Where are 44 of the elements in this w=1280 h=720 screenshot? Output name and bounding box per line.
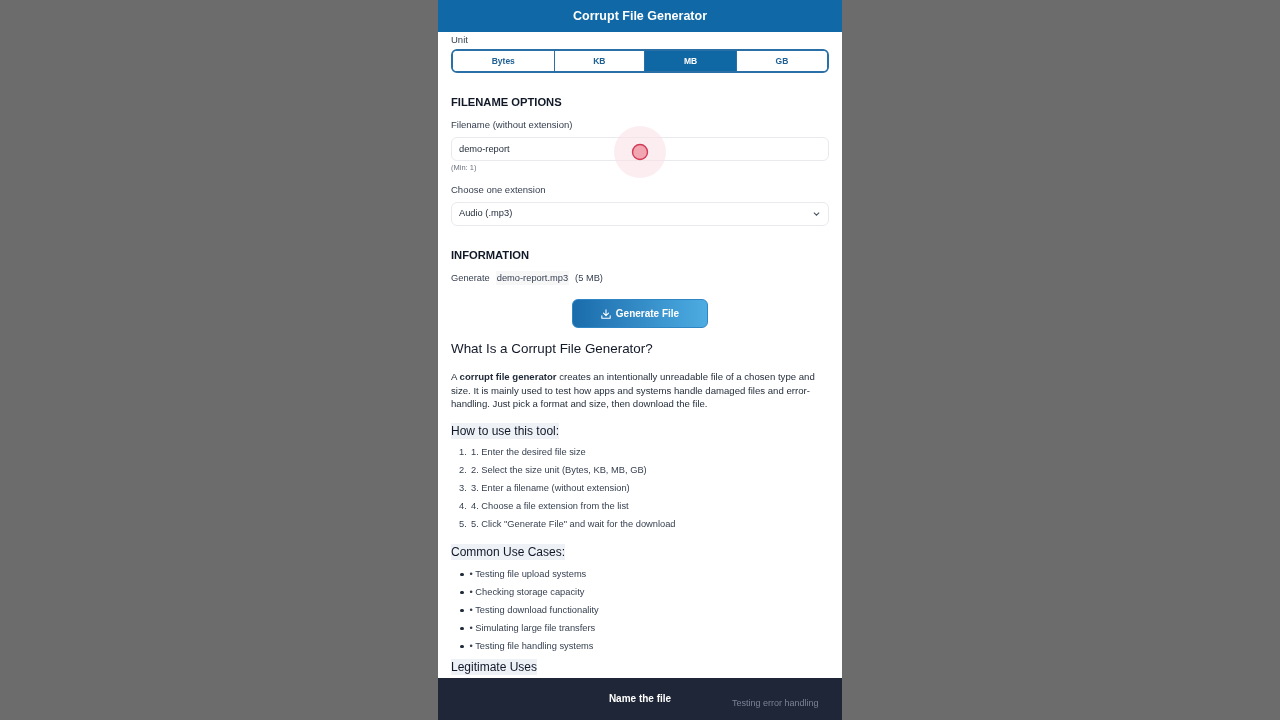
bullet-icon (460, 590, 464, 595)
field-label: Unit (451, 33, 469, 47)
download-icon (600, 308, 611, 319)
field-label: Filename (without extension) (451, 118, 574, 132)
list-item-text: 5. Click "Generate File" and wait for the download (471, 517, 676, 531)
list-number: 3. (459, 481, 468, 495)
section-heading: Legitimate Uses (451, 658, 538, 675)
article-title: What Is a Corrupt File Generator? (451, 340, 654, 358)
list-item-text: • Testing file handling systems (469, 639, 594, 653)
list-item-text: 1. Enter the desired file size (471, 445, 586, 459)
list-number: 5. (459, 517, 468, 531)
output-filename: demo-report.mp3 (495, 271, 570, 285)
field-label: Choose one extension (451, 183, 547, 197)
intro-paragraph: A corrupt file generator creates an intentionally unreadable file of a chosen type and size. It is mainly used to test how apps and systems handle damaged files and error-handling. Just pick a format and size, then download the file. (451, 370, 816, 411)
generate-button[interactable]: Generate File (572, 299, 708, 328)
chevron-down-icon (813, 212, 820, 216)
unit-tab[interactable]: GB (735, 51, 827, 71)
list-item-text: 4. Choose a file extension from the list (471, 499, 629, 513)
list-item-text: • Testing file upload systems (469, 567, 587, 581)
list-item-text: 2. Select the size unit (Bytes, KB, MB, GB) (471, 463, 647, 477)
caption-background-text: Testing error handling (732, 697, 819, 709)
filename-input[interactable]: demo-report (451, 137, 829, 161)
list-item-text: • Testing download functionality (469, 603, 599, 617)
list-number: 1. (459, 445, 468, 459)
bullet-icon (460, 644, 464, 649)
unit-tab[interactable]: MB (644, 51, 736, 71)
section-heading: Common Use Cases: (451, 543, 566, 560)
section-heading: FILENAME OPTIONS (451, 95, 563, 110)
output-size: (5 MB) (575, 272, 603, 285)
bullet-icon (460, 572, 464, 577)
list-item-text: • Checking storage capacity (469, 585, 585, 599)
list-item-text: 3. Enter a filename (without extension) (471, 481, 630, 495)
list-number: 4. (459, 499, 468, 513)
tap-indicator-icon (614, 126, 666, 178)
bullet-icon (460, 626, 464, 631)
info-text: Generate (451, 272, 490, 285)
list-number: 2. (459, 463, 468, 477)
section-heading: How to use this tool: (451, 422, 560, 439)
section-heading: INFORMATION (451, 248, 531, 263)
app-title: Corrupt File Generator (572, 8, 707, 24)
caption-title: Name the file (608, 692, 672, 706)
bullet-icon (460, 608, 464, 613)
extension-select[interactable]: Audio (.mp3) (451, 202, 829, 226)
list-item-text: • Simulating large file transfers (469, 621, 596, 635)
